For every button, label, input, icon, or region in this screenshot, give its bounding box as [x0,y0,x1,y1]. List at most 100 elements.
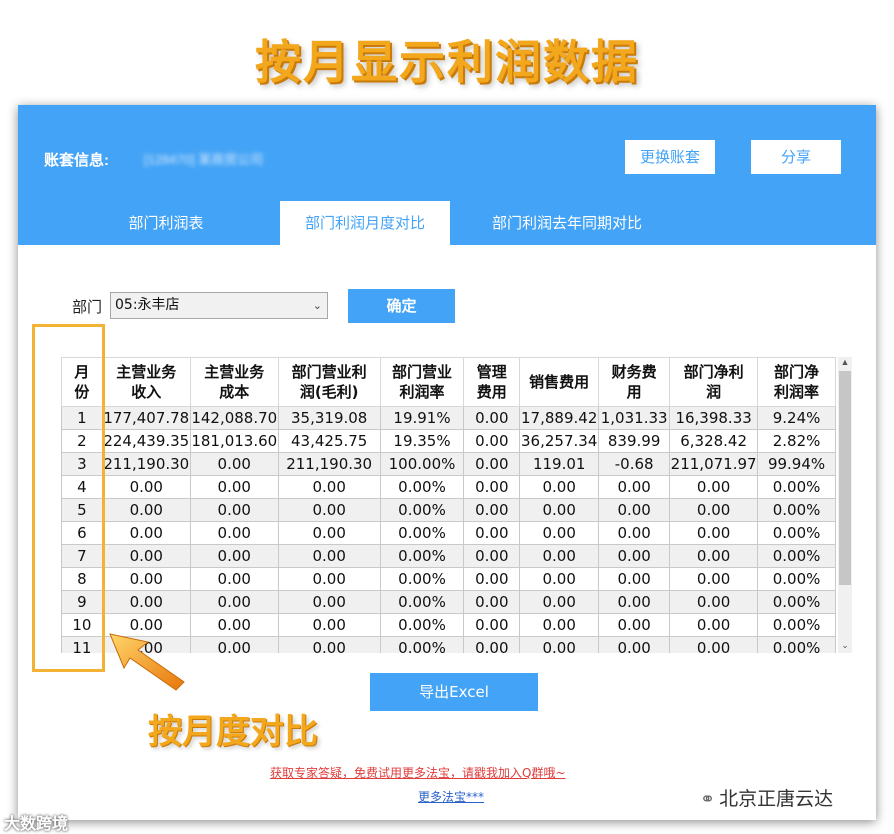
share-button[interactable]: 分享 [751,140,841,174]
department-select-value: 05:永丰店 [115,297,180,313]
table-row[interactable]: 5 0.00 0.00 0.00 0.00% 0.00 0.00 0.00 0.00 0.00% [61,498,836,522]
table-cell: 0.00 [101,590,191,614]
table-cell: 0.00 [519,567,600,591]
table-cell: 0.00 [669,498,759,522]
column-header-line: 润(毛利) [299,383,359,401]
table-cell: 0.00 [189,452,279,476]
table-cell: 0.00 [277,567,381,591]
table-cell: 0.00 [463,406,521,430]
hero-title: 按月显示利润数据 [255,35,639,89]
table-cell: 0.00 [277,636,381,653]
table-cell: 0.00 [598,613,671,637]
scrollbar-thumb[interactable] [839,371,851,585]
table-cell: 0.00% [757,567,836,591]
table-row[interactable]: 6 0.00 0.00 0.00 0.00% 0.00 0.00 0.00 0.00 0.00% [61,521,836,545]
column-header[interactable]: 销售费用 [519,357,600,407]
scroll-up-icon[interactable]: ▲ [838,357,852,367]
top-bar: 账套信息: [128470] 某商贸公司 更换账套 分享 部门利润表 部门利润月… [18,105,876,245]
column-header[interactable]: 管理 费用 [463,357,521,407]
table-cell: 9.24% [757,406,836,430]
column-header-line: 利润率 [399,383,445,401]
table-cell: 0.00 [519,544,600,568]
table-cell: 0.00 [277,544,381,568]
table-cell: 0.00 [669,544,759,568]
table-cell: 0.00 [189,544,279,568]
column-header-line: 费用 [476,383,507,401]
month-column-highlight [32,324,105,672]
table-row[interactable]: 9 0.00 0.00 0.00 0.00% 0.00 0.00 0.00 0.00 0.00% [61,590,836,614]
table-cell: 0.00% [379,567,465,591]
table-cell: 0.00 [519,475,600,499]
pointer-arrow-icon [109,633,185,691]
column-header[interactable]: 财务费用 [598,357,671,407]
table-row[interactable]: 2 224,439.35 181,013.60 43,425.75 19.35% 0.00… [61,429,836,453]
column-header[interactable]: 部门净利润 [669,357,759,407]
more-tools-link[interactable]: 更多法宝*** [418,788,484,805]
tab-department-profit[interactable]: 部门利润表 [106,201,226,245]
table-cell: 0.00 [519,590,600,614]
data-grid[interactable]: 月份主营业务 收入 主营业务 成本 部门营业利 润(毛利) 部门营业 利润率 管理 费用 销售费用财… [61,357,836,653]
table-cell: 0.00 [189,498,279,522]
column-header[interactable]: 主营业务 收入 [101,357,191,407]
table-cell: 0.00 [277,613,381,637]
table-cell: 0.00 [463,636,521,653]
table-cell: 19.35% [379,429,465,453]
table-cell: 0.00 [598,475,671,499]
table-cell: 0.00 [463,567,521,591]
column-header-line: 管理 [476,363,507,381]
confirm-button[interactable]: 确定 [348,289,455,323]
tab-yoy-comparison[interactable]: 部门利润去年同期对比 [476,201,658,245]
table-cell: 0.00% [379,475,465,499]
tab-monthly-comparison[interactable]: 部门利润月度对比 [280,201,450,245]
column-header-line: 利润率 [774,383,820,401]
switch-account-button[interactable]: 更换账套 [625,140,715,174]
table-cell: 0.00% [757,590,836,614]
scroll-down-icon[interactable]: ⌄ [838,640,852,651]
table-row[interactable]: 1 177,407.78 142,088.70 35,319.08 19.91% 0.00… [61,406,836,430]
table-cell: 0.00% [379,498,465,522]
table-cell: 119.01 [519,452,600,476]
table-cell: 839.99 [598,429,671,453]
table-row[interactable]: 3 211,190.30 0.00 211,190.30 100.00% 0.00 119.… [61,452,836,476]
table-cell: 0.00 [463,544,521,568]
expert-qq-group-link[interactable]: 获取专家答疑，免费试用更多法宝，请戳我加入Q群哦~ [270,764,566,781]
column-header[interactable]: 部门营业利润(毛利) [277,357,381,407]
table-cell: 0.00 [598,498,671,522]
table-cell: 36,257.34 [519,429,600,453]
column-header[interactable]: 部门净 利润率 [757,357,836,407]
column-header-line: 部门净利 [683,363,744,381]
table-cell: 0.00 [277,521,381,545]
table-cell: 0.00 [598,590,671,614]
annotation-caption: 按月度对比 [148,712,318,752]
table-row[interactable]: 8 0.00 0.00 0.00 0.00% 0.00 0.00 0.00 0.00 0.00% [61,567,836,591]
profit-table: 月份主营业务 收入 主营业务 成本 部门营业利 润(毛利) 部门营业 利润率 管理 费用 销售费用财… [61,357,836,653]
table-cell: 0.00 [189,590,279,614]
table-cell: 16,398.33 [669,406,759,430]
export-excel-button[interactable]: 导出Excel [370,673,538,711]
column-header-line: 财务费 [611,363,657,381]
table-cell: 0.00 [189,567,279,591]
column-header-line: 收入 [131,383,162,401]
column-header-line: 部门营业利 [291,363,367,381]
department-label: 部门 [72,298,103,316]
table-cell: 0.00 [463,590,521,614]
department-select[interactable]: 05:永丰店 ⌄ [110,292,328,319]
table-cell: 19.91% [379,406,465,430]
column-header[interactable]: 主营业务 成本 [189,357,279,407]
table-cell: 0.00 [189,636,279,653]
table-cell: 0.00 [101,475,191,499]
table-cell: 0.00 [463,521,521,545]
table-cell: 0.00 [463,613,521,637]
table-cell: 0.00% [379,544,465,568]
table-row[interactable]: 4 0.00 0.00 0.00 0.00% 0.00 0.00 0.00 0.00 0.00% [61,475,836,499]
table-cell: 0.00 [669,590,759,614]
table-cell: 0.00 [598,636,671,653]
watermark-right: ⚭ 北京正唐云达 [700,784,833,811]
table-cell: 0.00 [598,544,671,568]
table-row[interactable]: 7 0.00 0.00 0.00 0.00% 0.00 0.00 0.00 0.00 0.00% [61,544,836,568]
table-cell: 0.00 [101,521,191,545]
vertical-scrollbar[interactable]: ▲ ⌄ [838,357,852,653]
table-cell: 2.82% [757,429,836,453]
table-cell: 0.00% [379,521,465,545]
column-header[interactable]: 部门营业 利润率 [379,357,465,407]
